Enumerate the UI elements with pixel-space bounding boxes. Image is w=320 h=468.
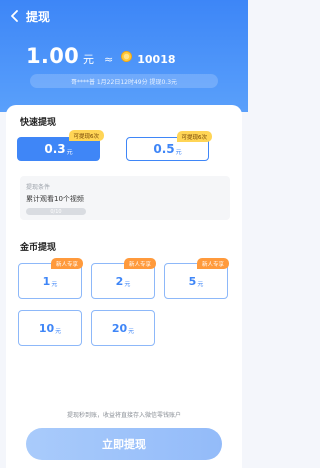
header-banner: 提现 1.00 元 ≈ 10018 哥****普 1月22日12时49分 提现0… (0, 0, 248, 112)
coin-option-5[interactable]: 5 元 新人专享 (164, 258, 229, 299)
new-user-badge: 新人专享 (196, 258, 229, 269)
withdraw-submit-button[interactable]: 立即提现 (26, 428, 222, 460)
coin-section-title: 金币提现 (20, 243, 57, 253)
page-title: 提现 (26, 9, 51, 24)
new-user-badge: 新人专享 (50, 258, 83, 269)
withdraw-condition: 提现条件 累计观看10个视频 0/10 (20, 176, 230, 220)
condition-progress-bar: 0/10 (26, 208, 86, 215)
quick-option-value: 0.5 (153, 142, 175, 156)
coin-option-10[interactable]: 10 元 (18, 310, 82, 346)
quick-option-unit: 元 (66, 148, 73, 156)
quick-option-badge: 可提现6次 (68, 130, 104, 141)
coin-option-value: 20 (111, 321, 128, 335)
coin-option-value: 5 (188, 274, 197, 288)
coin-option-20[interactable]: 20 元 (91, 310, 155, 346)
quick-section-title: 快速提现 (20, 118, 57, 128)
balance-unit: 元 (83, 53, 95, 66)
coin-icon (121, 50, 133, 62)
coin-option-unit: 元 (51, 280, 58, 288)
coin-option-value: 2 (115, 274, 124, 288)
balance-amount: 1.00 (26, 44, 80, 68)
coin-option-1[interactable]: 1 元 新人专享 (18, 258, 83, 299)
quick-option-badge: 可提现6次 (176, 131, 212, 142)
nav-bar: 提现 (8, 7, 50, 25)
coin-option-2[interactable]: 2 元 新人专享 (91, 258, 156, 299)
balance-summary: 1.00 元 ≈ 10018 (26, 44, 176, 68)
quick-option-value: 0.3 (44, 142, 66, 156)
quick-option-unit: 元 (175, 148, 182, 156)
chevron-left-icon[interactable] (8, 9, 22, 23)
new-user-badge: 新人专享 (123, 258, 156, 269)
coin-count: 10018 (137, 53, 176, 66)
quick-option-0[interactable]: 0.3 元 可提现6次 (17, 130, 104, 161)
withdraw-notice: 哥****普 1月22日12时49分 提现0.3元 (30, 74, 218, 88)
withdraw-card: 快速提现 0.3 元 可提现6次 0.5 元 可提现6次 提现条件 累计观看10… (6, 105, 242, 468)
coin-option-unit: 元 (124, 280, 131, 288)
coin-option-unit: 元 (197, 280, 204, 288)
coin-option-unit: 元 (128, 327, 135, 335)
condition-progress-text: 0/10 (50, 208, 62, 215)
coin-option-value: 10 (38, 321, 55, 335)
quick-option-1[interactable]: 0.5 元 可提现6次 (126, 131, 212, 161)
coin-option-value: 1 (42, 274, 51, 288)
coin-option-unit: 元 (55, 327, 62, 335)
footer-note: 提现秒到账，收益将直接存入微信零钱账户 (66, 412, 181, 419)
approx-sign: ≈ (104, 53, 114, 66)
condition-label: 提现条件 (26, 184, 51, 191)
condition-text: 累计观看10个视频 (26, 195, 84, 203)
